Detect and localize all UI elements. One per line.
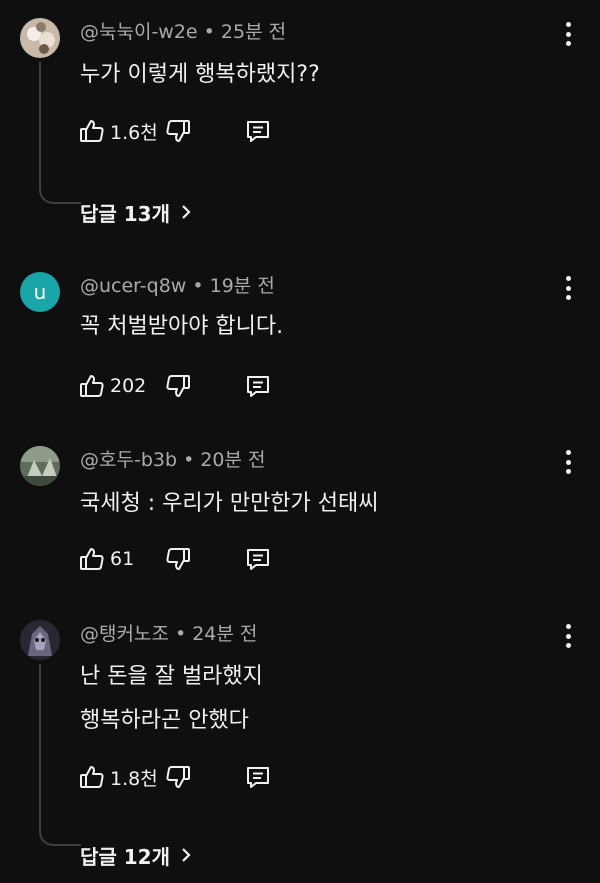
avatar[interactable] (20, 620, 60, 660)
comment-actions: 61 (78, 542, 272, 576)
like-count: 1.8천 (110, 767, 158, 790)
comment-text: 국세청 : 우리가 만만한가 선태씨 (80, 482, 379, 526)
comment-author[interactable]: @ucer-q8w (80, 275, 186, 297)
more-vert-icon[interactable] (565, 22, 571, 46)
view-replies-button[interactable]: 답글 12개 (80, 841, 192, 870)
thumbs-up-icon[interactable] (78, 372, 106, 400)
comment-time: • 20분 전 (183, 449, 266, 471)
comment-text-line: 행복하라곤 안했다 (80, 708, 249, 733)
comment-meta: @ucer-q8w • 19분 전 (80, 271, 275, 298)
comment-text: 누가 이렇게 행복하랬지?? (80, 53, 320, 97)
replies-label: 답글 12개 (80, 845, 170, 869)
comment-time: • 24분 전 (174, 623, 258, 645)
comment-text-line: 난 돈을 잘 벌라했지 (80, 664, 263, 689)
chevron-right-icon (180, 201, 192, 225)
comment-author[interactable]: @호두-b3b (80, 449, 177, 471)
comment-author[interactable]: @탱커노조 (80, 623, 169, 645)
comment-time: • 25분 전 (203, 21, 287, 43)
reply-thread-line (39, 62, 81, 204)
thumbs-up-icon[interactable] (78, 545, 106, 573)
reply-thread-line (39, 664, 81, 846)
thumbs-down-icon[interactable] (164, 545, 192, 573)
comment-author[interactable]: @눅눅이-w2e (80, 21, 198, 43)
comment-meta: @탱커노조 • 24분 전 (80, 619, 257, 646)
comment-text-line: 꼭 처벌받아야 합니다. (80, 314, 284, 339)
comment-meta: @눅눅이-w2e • 25분 전 (80, 17, 286, 44)
comment-actions: 1.6천 (78, 114, 272, 148)
reply-icon[interactable] (244, 372, 272, 400)
thumbs-down-icon[interactable] (164, 117, 192, 145)
more-vert-icon[interactable] (565, 276, 571, 300)
more-vert-icon[interactable] (565, 624, 571, 648)
thumbs-up-icon[interactable] (78, 763, 106, 791)
avatar[interactable]: u (20, 272, 60, 312)
view-replies-button[interactable]: 답글 13개 (80, 198, 192, 227)
thumbs-down-icon[interactable] (164, 372, 192, 400)
like-count: 61 (110, 548, 135, 570)
avatar[interactable] (20, 446, 60, 486)
avatar-letter: u (33, 280, 47, 304)
comment-actions: 202 (78, 369, 272, 403)
comment-text: 난 돈을 잘 벌라했지 행복하라곤 안했다 (80, 655, 263, 743)
comment-meta: @호두-b3b • 20분 전 (80, 445, 266, 472)
thumbs-down-icon[interactable] (164, 763, 192, 791)
like-count: 202 (110, 375, 147, 397)
like-count: 1.6천 (110, 121, 158, 144)
comment-text: 꼭 처벌받아야 합니다. (80, 305, 283, 349)
replies-label: 답글 13개 (80, 202, 170, 226)
comment-text-line: 누가 이렇게 행복하랬지?? (80, 62, 320, 87)
more-vert-icon[interactable] (565, 450, 571, 474)
reply-icon[interactable] (244, 117, 272, 145)
avatar[interactable] (20, 18, 60, 58)
chevron-right-icon (180, 844, 192, 868)
reply-icon[interactable] (244, 545, 272, 573)
comment-text-line: 국세청 : 우리가 만만한가 선태씨 (80, 491, 379, 516)
thumbs-up-icon[interactable] (78, 117, 106, 145)
comment-actions: 1.8천 (78, 760, 272, 794)
comment-time: • 19분 전 (192, 275, 275, 297)
reply-icon[interactable] (244, 763, 272, 791)
